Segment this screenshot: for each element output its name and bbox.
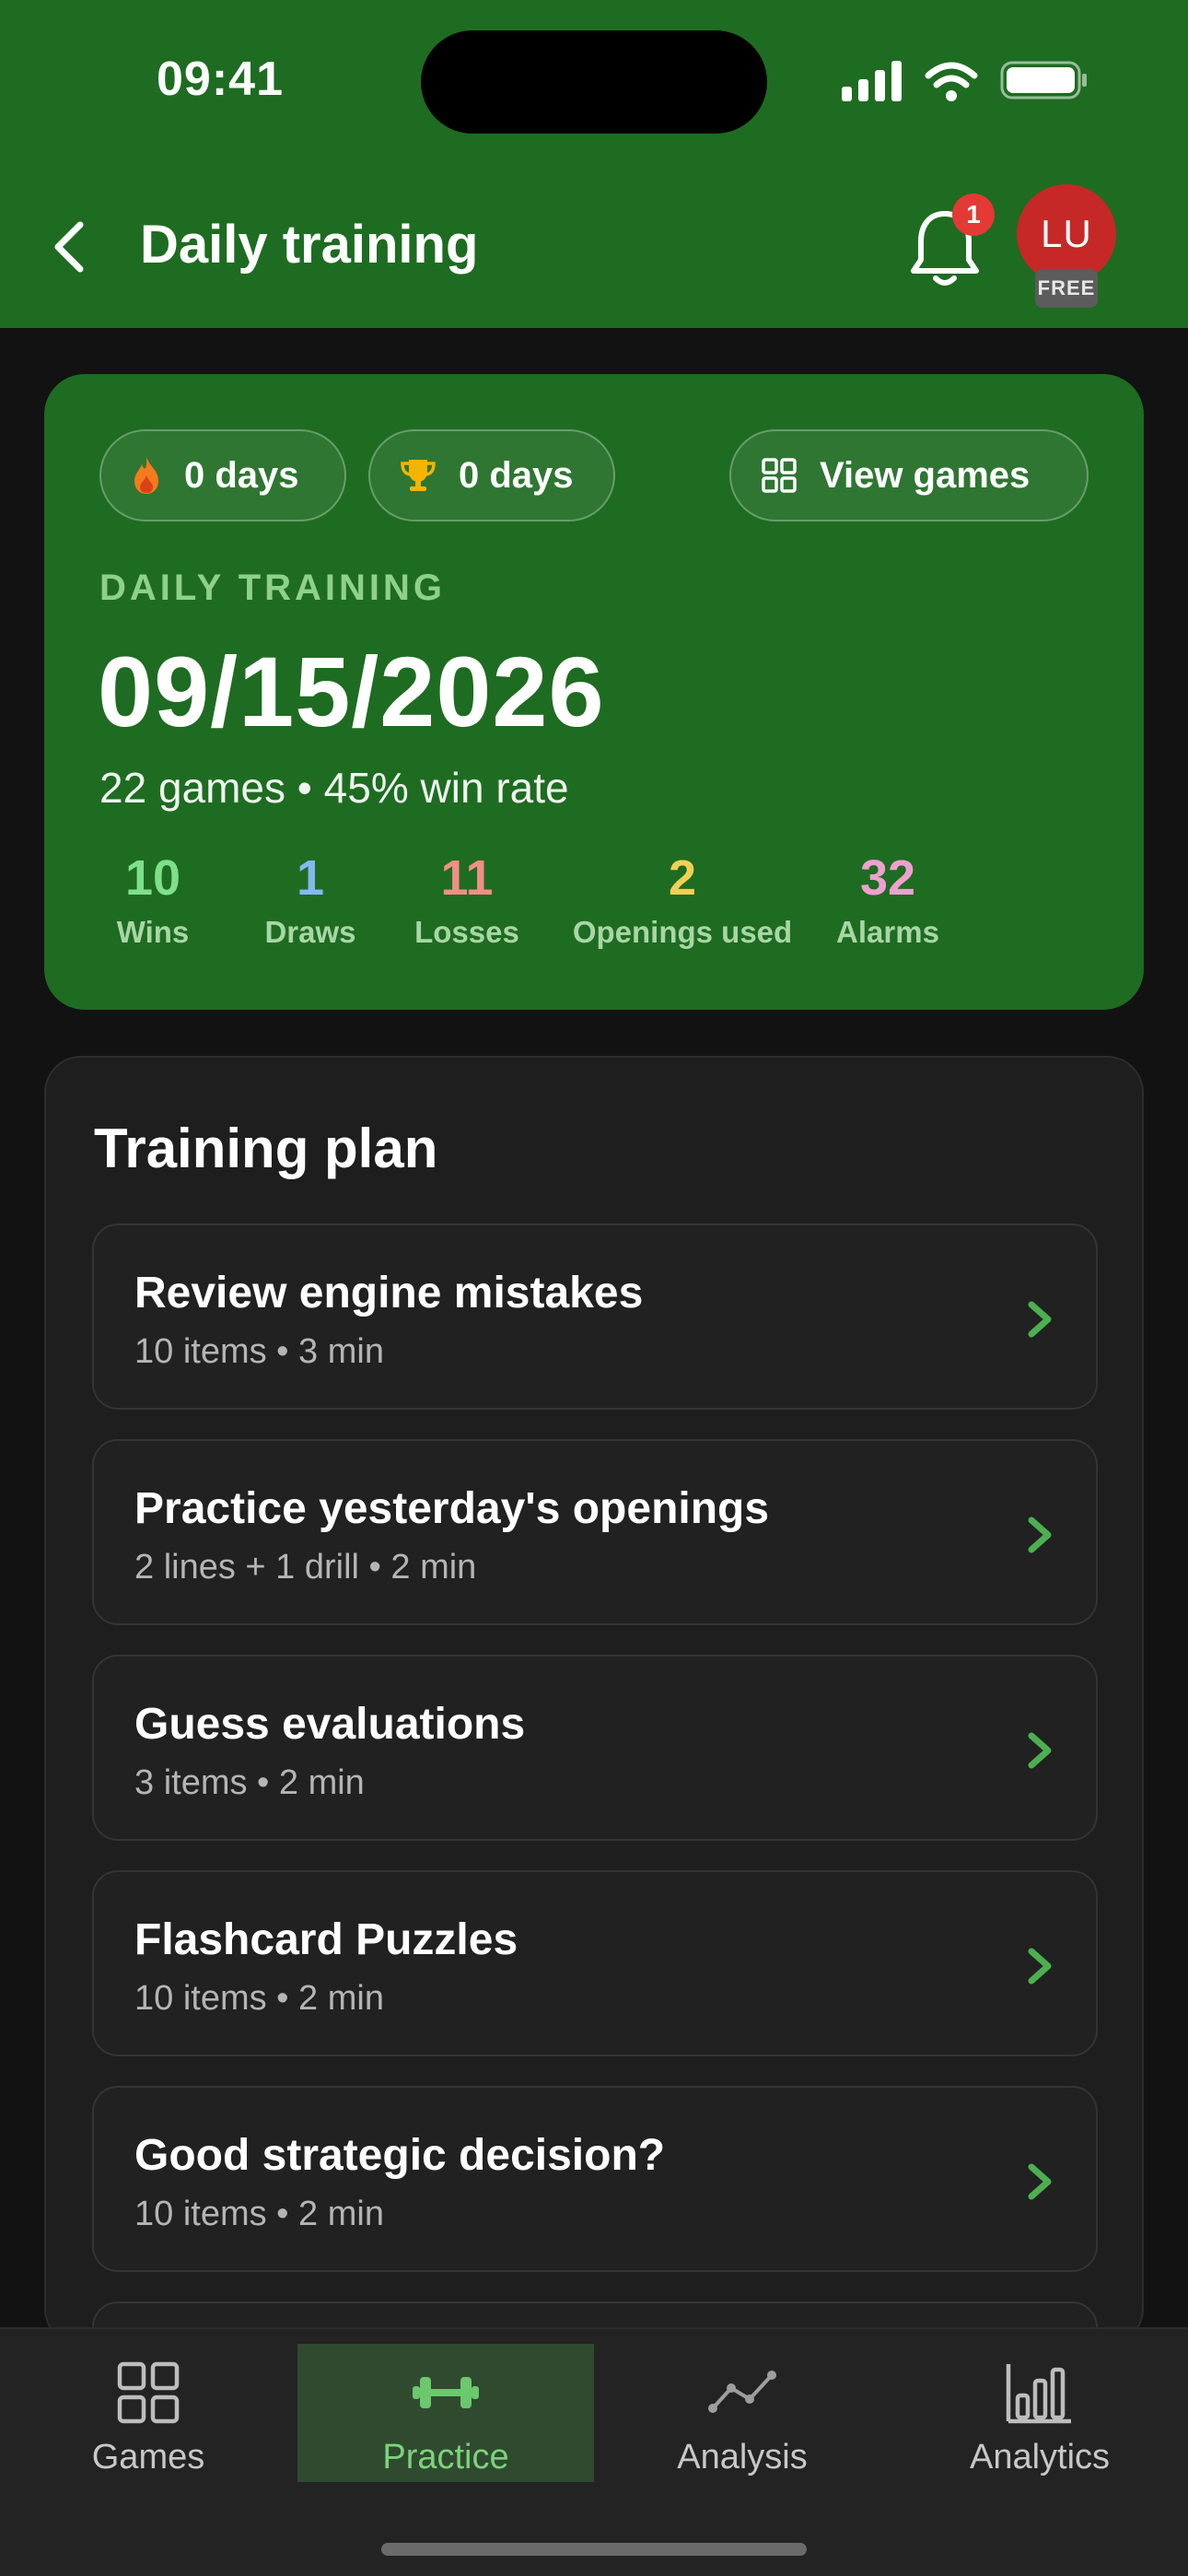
best-streak-chip: 0 days <box>368 429 615 521</box>
stat-value: 2 <box>668 850 697 906</box>
chevron-right-icon <box>1028 1301 1052 1338</box>
status-time: 09:41 <box>157 53 284 106</box>
chevron-right-icon <box>1028 2163 1052 2200</box>
plan-item-meta: 2 lines + 1 drill • 2 min <box>134 1548 477 1587</box>
plan-item-meta: 10 items • 3 min <box>134 1332 384 1371</box>
plan-item-name: Review engine mistakes <box>134 1269 644 1317</box>
plan-item-practice-openings[interactable]: Practice yesterday's openings 2 lines + … <box>92 1439 1098 1625</box>
current-streak-value: 0 days <box>184 454 299 496</box>
plan-item-meta: 3 items • 2 min <box>134 1763 365 1802</box>
training-date: 09/15/2026 <box>98 636 605 747</box>
tab-games[interactable]: Games <box>0 2344 297 2482</box>
plan-item-meta: 10 items • 2 min <box>134 2195 384 2233</box>
stat-value: 32 <box>859 850 916 906</box>
stat-alarms: 32 Alarms <box>827 850 949 950</box>
chevron-right-icon <box>1028 1732 1052 1769</box>
plan-item-review-engine-mistakes[interactable]: Review engine mistakes 10 items • 3 min <box>92 1224 1098 1410</box>
plan-item-strategic-decision[interactable]: Good strategic decision? 10 items • 2 mi… <box>92 2086 1098 2272</box>
plan-item-guess-evaluations[interactable]: Guess evaluations 3 items • 2 min <box>92 1655 1098 1841</box>
signal-icon <box>842 61 902 101</box>
stat-label: Draws <box>264 915 356 950</box>
notification-badge: 1 <box>952 193 995 236</box>
current-streak-chip: 0 days <box>99 429 346 521</box>
tab-label: Games <box>91 2438 205 2476</box>
stat-label: Alarms <box>836 915 939 950</box>
dumbbell-icon <box>413 2377 479 2408</box>
flame-icon <box>134 457 158 494</box>
page-title: Daily training <box>140 215 479 275</box>
stat-value: 1 <box>296 850 325 906</box>
stat-value: 10 <box>124 850 181 906</box>
stat-label: Losses <box>414 915 519 950</box>
tab-analysis[interactable]: Analysis <box>594 2344 891 2482</box>
tab-analytics[interactable]: Analytics <box>891 2344 1188 2482</box>
grid-icon <box>762 458 797 493</box>
grid-icon <box>117 2361 180 2424</box>
chevron-right-icon <box>1028 1516 1052 1553</box>
view-games-button[interactable]: View games <box>729 429 1089 521</box>
tab-bar: Games Practice Analysis Analytics <box>0 2327 1188 2576</box>
tab-label: Practice <box>382 2438 509 2476</box>
plan-title: Training plan <box>94 1118 438 1179</box>
plan-item-flashcard-puzzles[interactable]: Flashcard Puzzles 10 items • 2 min <box>92 1870 1098 2056</box>
tab-label: Analysis <box>677 2438 808 2476</box>
trophy-icon <box>401 460 436 491</box>
status-icons <box>842 61 1087 101</box>
app-header: 09:41 Daily training 1 LU FREE <box>0 0 1188 328</box>
battery-icon <box>1000 61 1087 100</box>
plan-item-name: Flashcard Puzzles <box>134 1915 518 1964</box>
stat-draws: 1 Draws <box>250 850 370 950</box>
stat-losses: 11 Losses <box>398 850 536 950</box>
stat-wins: 10 Wins <box>98 850 208 950</box>
section-label: DAILY TRAINING <box>99 568 447 608</box>
bar-chart-icon <box>1006 2364 1071 2424</box>
tab-label: Analytics <box>969 2438 1111 2476</box>
stat-label: Wins <box>116 915 190 950</box>
line-chart-icon <box>708 2371 776 2413</box>
wifi-icon <box>925 62 978 88</box>
training-plan-card: Training plan Review engine mistakes 10 … <box>44 1056 1144 2346</box>
plan-badge: FREE <box>1035 269 1098 308</box>
tab-practice[interactable]: Practice <box>297 2344 594 2482</box>
daily-summary-card: 0 days 0 days View games DAILY TRAINING … <box>44 374 1144 1010</box>
view-games-label: View games <box>820 454 1031 496</box>
stat-value: 11 <box>440 850 494 906</box>
stat-openings-used: 2 Openings used <box>562 850 803 950</box>
plan-item-name: Practice yesterday's openings <box>134 1484 770 1533</box>
chevron-right-icon <box>1028 1948 1052 1985</box>
home-indicator <box>381 2543 807 2556</box>
plan-item-name: Guess evaluations <box>134 1700 526 1749</box>
stat-label: Openings used <box>572 915 793 950</box>
chevron-left-icon <box>54 221 84 273</box>
plan-item-meta: 10 items • 2 min <box>134 1979 384 2018</box>
games-summary: 22 games • 45% win rate <box>99 764 569 812</box>
dynamic-island <box>421 30 767 134</box>
best-streak-value: 0 days <box>459 454 574 496</box>
plan-item-name: Good strategic decision? <box>134 2131 666 2180</box>
back-button[interactable] <box>37 210 101 284</box>
